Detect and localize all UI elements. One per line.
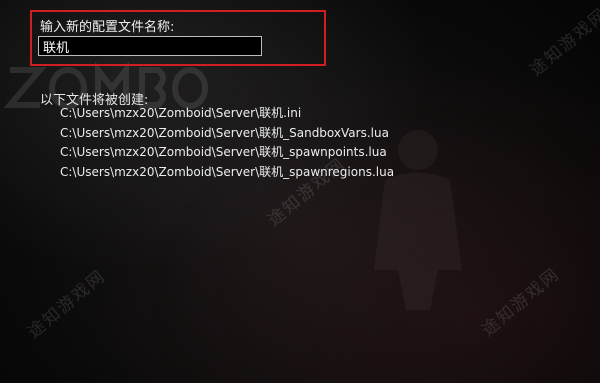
config-name-input[interactable] (38, 36, 262, 56)
file-path-ini: C:\Users\mzx20\Zomboid\Server\联机.ini (60, 106, 302, 120)
watermark-text: 途知游戏网 (526, 4, 600, 81)
file-path-sandboxvars: C:\Users\mzx20\Zomboid\Server\联机_Sandbox… (60, 125, 389, 140)
config-name-label: 输入新的配置文件名称: (40, 20, 175, 35)
file-path-spawnpoints: C:\Users\mzx20\Zomboid\Server\联机_spawnpo… (60, 145, 387, 160)
config-name-panel: 输入新的配置文件名称: (30, 10, 326, 66)
watermark-text: 途知游戏网 (24, 266, 110, 343)
